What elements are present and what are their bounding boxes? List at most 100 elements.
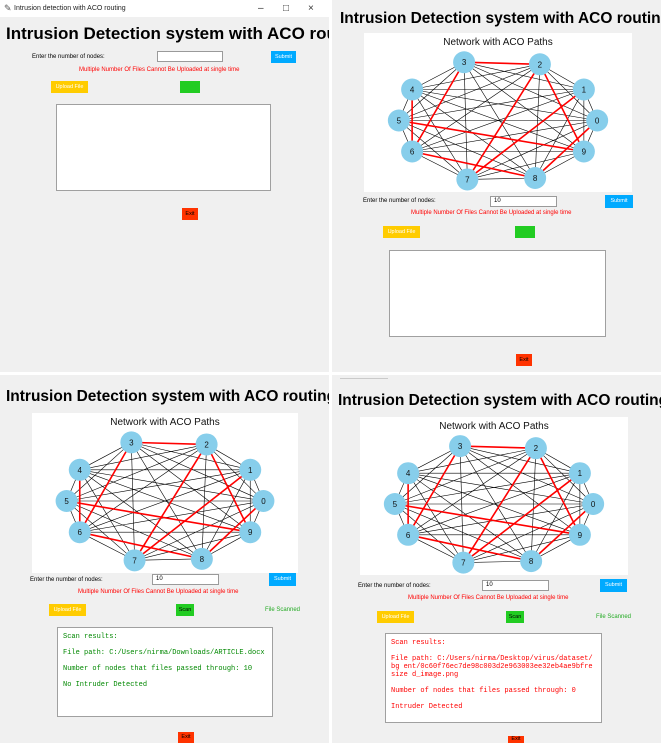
screenshot-panel-1: ✎ Intrusion detection with ACO routing –… <box>0 0 329 372</box>
aco-path-edge <box>133 444 208 561</box>
graph-node-label: 1 <box>248 466 253 475</box>
file-scanned-status: File Scanned <box>596 614 632 620</box>
network-graph: Network with ACO Paths 0123456789 <box>32 413 298 573</box>
graph-node-label: 8 <box>529 557 534 566</box>
scan-button[interactable]: Scan <box>515 226 535 238</box>
graph-node-label: 3 <box>458 442 463 451</box>
graph-node-label: 0 <box>595 117 600 126</box>
graph-edge <box>398 89 584 121</box>
graph-node-label: 9 <box>248 528 253 537</box>
submit-button[interactable]: Submit <box>271 51 296 63</box>
aco-path-edge <box>460 445 536 449</box>
graph-edge <box>394 472 580 505</box>
graph-node-label: 7 <box>465 175 470 184</box>
nodes-label: Enter the number of nodes: <box>30 577 103 583</box>
graph-node-label: 5 <box>393 500 398 509</box>
exit-button[interactable]: Exit <box>508 736 524 743</box>
network-svg: 0 1 2 3 4 5 6 7 8 9 <box>383 435 605 574</box>
graph-node-label: 2 <box>534 444 539 453</box>
graph-node-label: 8 <box>200 555 205 564</box>
graph-edge <box>530 448 537 562</box>
screenshot-panel-4: ———————— Intrusion Detection system with… <box>332 375 661 743</box>
graph-node-label: 1 <box>582 85 587 94</box>
maximize-icon[interactable]: □ <box>283 3 289 14</box>
graph-edge <box>534 64 541 179</box>
aco-path-edge <box>462 447 537 564</box>
nodes-label: Enter the number of nodes: <box>363 198 436 204</box>
graph-edge <box>412 64 540 90</box>
result-line: File path: C:/Users/nirma/Desktop/virus/… <box>391 655 593 679</box>
scan-button[interactable]: Scan <box>176 604 194 616</box>
exit-button[interactable]: Exit <box>516 354 532 366</box>
warning-text: Multiple Number Of Files Cannot Be Uploa… <box>411 210 572 216</box>
scan-button[interactable]: Scan <box>180 81 200 93</box>
app-title: Intrusion Detection system with ACO rout… <box>6 24 329 43</box>
upload-file-button[interactable]: Upload File <box>377 611 414 623</box>
upload-file-button[interactable]: Upload File <box>51 81 88 93</box>
graph-edge <box>408 447 536 474</box>
result-line: Scan results: <box>63 633 118 641</box>
results-textbox[interactable]: Scan results: File path: C:/Users/nirma/… <box>57 627 273 717</box>
window-title: Intrusion detection with ACO routing <box>14 5 126 12</box>
upload-file-button[interactable]: Upload File <box>49 604 86 616</box>
graph-edge <box>459 446 464 563</box>
panel-divider-horizontal <box>0 372 661 375</box>
warning-text: Multiple Number Of Files Cannot Be Uploa… <box>408 595 569 601</box>
graph-node-label: 3 <box>462 58 467 67</box>
network-graph: Network with ACO Paths 0123456789 <box>360 417 628 575</box>
graph-node-label: 6 <box>410 148 415 157</box>
results-textbox[interactable] <box>389 250 606 337</box>
graph-node-label: 4 <box>406 469 411 478</box>
submit-button[interactable]: Submit <box>269 573 296 586</box>
app-feather-icon: ✎ <box>4 3 12 13</box>
app-title: Intrusion Detection system with ACO rout… <box>340 10 661 27</box>
screenshot-panel-3: Intrusion Detection system with ACO rout… <box>0 375 329 743</box>
upload-file-button[interactable]: Upload File <box>383 226 420 238</box>
app-title: Intrusion Detection system with ACO rout… <box>338 392 661 409</box>
exit-button[interactable]: Exit <box>178 732 194 743</box>
graph-node-label: 0 <box>261 497 266 506</box>
graph-node-label: 5 <box>64 497 69 506</box>
scan-button[interactable]: Scan <box>506 611 524 623</box>
aco-path-edge <box>131 441 207 446</box>
nodes-input[interactable]: 10 <box>482 580 549 591</box>
results-textbox[interactable] <box>56 104 271 191</box>
result-line: File path: C:/Users/nirma/Downloads/ARTI… <box>63 649 265 657</box>
graph-edge <box>66 469 251 502</box>
aco-path-edge <box>539 63 585 152</box>
aco-path-edge <box>466 63 541 180</box>
graph-node-label: 0 <box>591 500 596 509</box>
graph-edge <box>201 444 207 559</box>
nodes-label: Enter the number of nodes: <box>32 54 105 60</box>
submit-button[interactable]: Submit <box>605 195 633 208</box>
graph-node-label: 2 <box>538 60 543 69</box>
result-line: No Intruder Detected <box>63 681 148 689</box>
file-scanned-status: File Scanned <box>265 607 301 613</box>
graph-node-label: 3 <box>129 438 134 447</box>
graph-node-label: 1 <box>578 469 583 478</box>
network-svg: 0 1 2 3 4 5 6 7 8 9 <box>55 431 275 572</box>
graph-node-label: 2 <box>204 440 209 449</box>
submit-button[interactable]: Submit <box>600 579 627 592</box>
nodes-input[interactable]: 10 <box>152 574 219 585</box>
window-titlebar: ✎ Intrusion detection with ACO routing –… <box>0 0 329 17</box>
result-line: Scan results: <box>391 639 446 647</box>
graph-node-label: 8 <box>533 174 538 183</box>
close-icon[interactable]: × <box>308 3 314 14</box>
result-line: Number of nodes that files passed throug… <box>391 687 576 695</box>
graph-edge <box>79 444 207 471</box>
result-line: Intruder Detected <box>391 703 463 711</box>
aco-path-edge <box>464 61 540 66</box>
graph-node-label: 9 <box>582 148 587 157</box>
exit-button[interactable]: Exit <box>182 208 198 220</box>
graph-node-label: 7 <box>132 556 137 565</box>
minimize-icon[interactable]: – <box>258 3 264 14</box>
graph-node-label: 4 <box>410 85 415 94</box>
graph-node-label: 5 <box>397 117 402 126</box>
graph-node-label: 6 <box>78 528 83 537</box>
app-title: Intrusion Detection system with ACO rout… <box>6 388 329 405</box>
graph-edge <box>131 442 135 561</box>
nodes-input[interactable]: 10 <box>490 196 557 207</box>
nodes-input[interactable] <box>157 51 223 62</box>
results-textbox[interactable]: Scan results: File path: C:/Users/nirma/… <box>385 633 602 723</box>
